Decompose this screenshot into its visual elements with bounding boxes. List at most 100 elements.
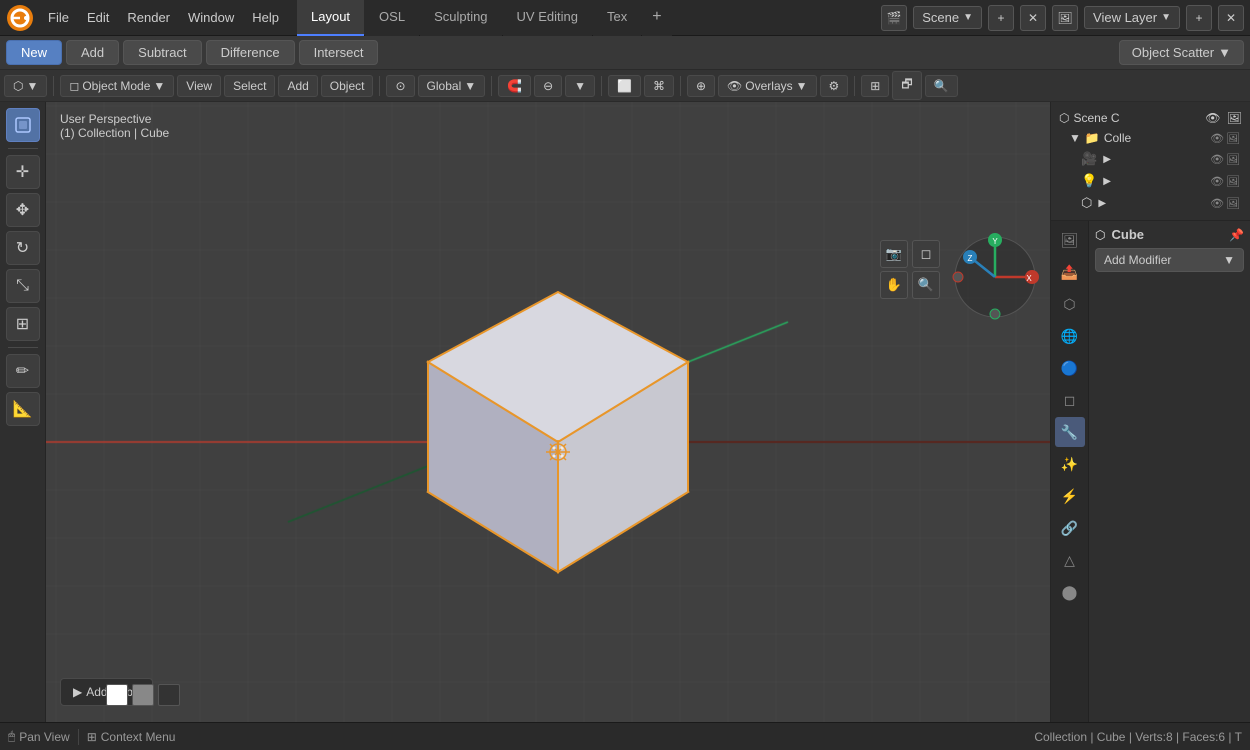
scene-add-icon[interactable]: + xyxy=(988,5,1014,31)
collection-item[interactable]: ▼ 📁 Colle 👁 🖼 xyxy=(1057,128,1244,148)
prop-modifier-icon[interactable]: 🔧 xyxy=(1055,417,1085,447)
editor-type-label: ▼ xyxy=(26,79,38,93)
swatch-white[interactable] xyxy=(106,684,128,706)
pivot-btn[interactable]: ⊙ xyxy=(386,75,414,97)
mode-selector[interactable]: ◻ Object Mode ▼ xyxy=(60,75,174,97)
collection-vis-icon[interactable]: 👁 xyxy=(1210,132,1224,145)
add-menu-btn[interactable]: Add xyxy=(278,75,317,97)
gizmo-btn[interactable]: ⊕ xyxy=(687,75,715,97)
prop-scene-icon[interactable]: 🌐 xyxy=(1055,321,1085,351)
props-object-name: Cube xyxy=(1111,227,1144,242)
menu-help[interactable]: Help xyxy=(244,6,287,29)
tab-sculpting[interactable]: Sculpting xyxy=(420,0,501,36)
nav-row-bottom: ✋ 🔍 xyxy=(880,271,940,299)
bool-add-button[interactable]: Add xyxy=(66,40,119,65)
annotate-tool-btn[interactable]: ✏ xyxy=(6,354,40,388)
camera-item[interactable]: 🎥 ▶ 👁 🖼 xyxy=(1057,148,1244,170)
cam-render-icon[interactable]: 🖼 xyxy=(1226,153,1240,166)
light-item[interactable]: 💡 ▶ 👁 🖼 xyxy=(1057,170,1244,192)
cube-render-icon[interactable]: 🖼 xyxy=(1226,197,1240,210)
scene-remove-icon[interactable]: ✕ xyxy=(1020,5,1046,31)
prop-view-layer-icon[interactable]: ⬡ xyxy=(1055,289,1085,319)
props-pin-icon[interactable]: 📌 xyxy=(1229,228,1244,242)
perspective-toggle-btn[interactable]: ◻ xyxy=(912,240,940,268)
view-menu-btn[interactable]: View xyxy=(177,75,221,97)
add-modifier-button[interactable]: Add Modifier ▼ xyxy=(1095,248,1244,272)
light-render-icon[interactable]: 🖼 xyxy=(1226,175,1240,188)
bool-subtract-button[interactable]: Subtract xyxy=(123,40,201,65)
scene-selector[interactable]: Scene ▼ xyxy=(913,6,982,29)
layout-toggle-btn[interactable]: ⊞ xyxy=(861,75,889,97)
props-header: ⬡ Cube 📌 xyxy=(1095,227,1244,242)
menu-file[interactable]: File xyxy=(40,6,77,29)
select-menu-btn[interactable]: Select xyxy=(224,75,275,97)
overlays-settings-btn[interactable]: ⚙ xyxy=(820,75,849,97)
viewport-shading-btn[interactable]: ⬜ xyxy=(608,75,641,97)
tab-uv-editing[interactable]: UV Editing xyxy=(503,0,592,36)
overlays-icon: 👁 xyxy=(727,79,742,93)
viewport[interactable]: User Perspective (1) Collection | Cube xyxy=(46,102,1050,722)
collection-render-icon[interactable]: 🖼 xyxy=(1226,132,1240,145)
menu-edit[interactable]: Edit xyxy=(79,6,117,29)
tab-tex[interactable]: Tex xyxy=(593,0,641,36)
render-icon-btn[interactable]: 🖼 xyxy=(1052,5,1078,31)
render-vis-icon[interactable]: 🖼 xyxy=(1227,111,1242,125)
view-layer-add-icon[interactable]: + xyxy=(1186,5,1212,31)
transform-selector[interactable]: Global ▼ xyxy=(418,75,486,97)
camera-expand-icon: ▶ xyxy=(1103,154,1111,165)
prop-particles-icon[interactable]: ✨ xyxy=(1055,449,1085,479)
scene-icon-btn[interactable]: 🎬 xyxy=(881,5,907,31)
measure-tool-btn[interactable]: 📐 xyxy=(6,392,40,426)
blender-logo-icon xyxy=(6,4,34,32)
bool-intersect-button[interactable]: Intersect xyxy=(299,40,379,65)
overlay-toggle-btn[interactable]: 🗗 xyxy=(892,71,921,100)
move-tool-btn[interactable]: ✥ xyxy=(6,193,40,227)
scene-section: 🎬 Scene ▼ + ✕ 🖼 View Layer ▼ + ✕ xyxy=(881,5,1244,31)
cube-item[interactable]: ⬡ ▶ 👁 🖼 xyxy=(1057,192,1244,214)
tab-add[interactable]: + xyxy=(642,0,671,36)
prop-output-icon[interactable]: 📤 xyxy=(1055,257,1085,287)
bool-new-button[interactable]: New xyxy=(6,40,62,65)
menu-window[interactable]: Window xyxy=(180,6,242,29)
transform-tool-btn[interactable]: ⊞ xyxy=(6,307,40,341)
prop-physics-icon[interactable]: ⚡ xyxy=(1055,481,1085,511)
swatch-dark[interactable] xyxy=(158,684,180,706)
object-menu-btn[interactable]: Object xyxy=(321,75,374,97)
editor-type-btn[interactable]: ⬡ ▼ xyxy=(4,75,47,97)
prop-object-icon[interactable]: ◻ xyxy=(1055,385,1085,415)
prop-material-icon[interactable]: ⬤ xyxy=(1055,577,1085,607)
eye-icon[interactable]: 👁 xyxy=(1205,111,1220,125)
prop-constraints-icon[interactable]: 🔗 xyxy=(1055,513,1085,543)
tab-osl[interactable]: OSL xyxy=(365,0,419,36)
prop-data-icon[interactable]: △ xyxy=(1055,545,1085,575)
object-scatter-button[interactable]: Object Scatter ▼ xyxy=(1119,40,1244,65)
snap-btn[interactable]: 🧲 xyxy=(498,75,531,97)
hand-pan-btn[interactable]: ✋ xyxy=(880,271,908,299)
view-layer-remove-icon[interactable]: ✕ xyxy=(1218,5,1244,31)
cube-vis-icon[interactable]: 👁 xyxy=(1210,197,1224,210)
light-vis-icon[interactable]: 👁 xyxy=(1210,175,1224,188)
workspace-tabs: Layout OSL Sculpting UV Editing Tex + xyxy=(297,0,672,36)
menu-render[interactable]: Render xyxy=(119,6,178,29)
cam-vis-icon[interactable]: 👁 xyxy=(1210,153,1224,166)
cursor-tool-btn[interactable]: ✛ xyxy=(6,155,40,189)
props-layout-icon: ⬡ xyxy=(1095,228,1105,242)
tab-layout[interactable]: Layout xyxy=(297,0,364,36)
swatch-gray[interactable] xyxy=(132,684,154,706)
overlays-btn[interactable]: 👁 Overlays ▼ xyxy=(718,75,816,97)
select-tool-btn[interactable] xyxy=(6,108,40,142)
scene-collection-header: ⬡ Scene C 👁 🖼 xyxy=(1057,108,1244,128)
scale-tool-btn[interactable]: ⤡ xyxy=(6,269,40,303)
display-mode-btn[interactable]: ⌘ xyxy=(644,75,674,97)
camera-view-btn[interactable]: 📷 xyxy=(880,240,908,268)
search-btn[interactable]: 🔍 xyxy=(925,75,958,97)
viewport-gizmo[interactable]: X Y Z xyxy=(950,232,1040,322)
proportional-opts-btn[interactable]: ▼ xyxy=(565,75,595,97)
proportional-btn[interactable]: ⊖ xyxy=(534,75,562,97)
prop-world-icon[interactable]: 🔵 xyxy=(1055,353,1085,383)
rotate-tool-btn[interactable]: ↻ xyxy=(6,231,40,265)
view-layer-selector[interactable]: View Layer ▼ xyxy=(1084,6,1180,29)
zoom-in-btn[interactable]: 🔍 xyxy=(912,271,940,299)
prop-render-icon[interactable]: 🖼 xyxy=(1055,225,1085,255)
bool-difference-button[interactable]: Difference xyxy=(206,40,295,65)
